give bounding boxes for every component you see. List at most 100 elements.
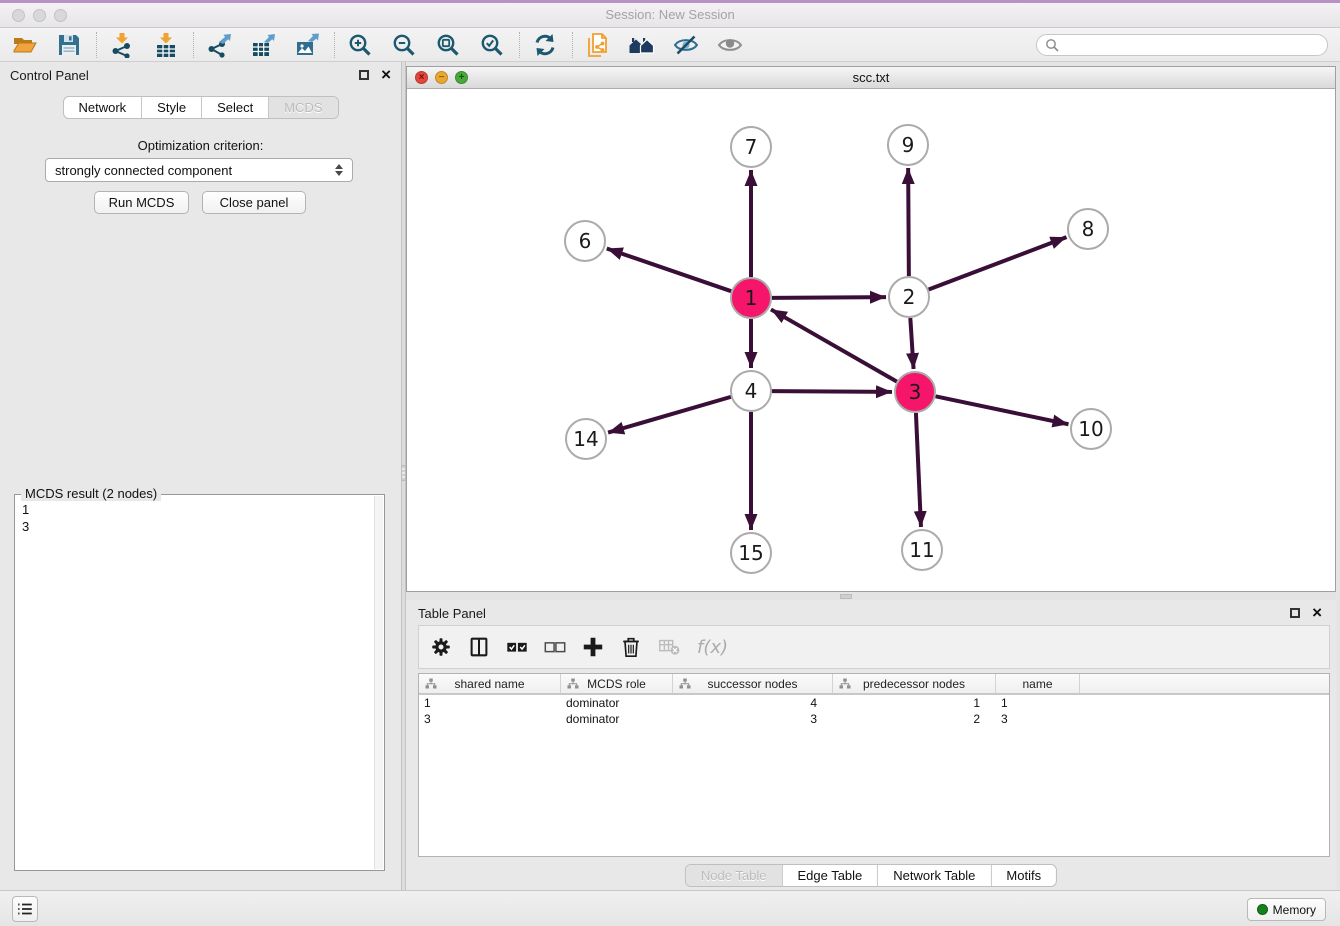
- zoom-fit-button[interactable]: [435, 32, 461, 58]
- column-header-name[interactable]: name: [996, 674, 1080, 693]
- table-cell[interactable]: 2: [833, 712, 996, 726]
- status-bar: Memory: [0, 890, 1340, 926]
- home-icon: [629, 32, 655, 58]
- tab-network[interactable]: Network: [63, 97, 141, 118]
- close-panel-icon[interactable]: ×: [381, 70, 391, 80]
- table-settings-button[interactable]: [429, 635, 453, 659]
- deselect-all-columns-button[interactable]: [543, 635, 567, 659]
- add-row-button[interactable]: [581, 635, 605, 659]
- refresh-view-icon: [532, 32, 558, 58]
- edge-4-14[interactable]: [608, 397, 731, 433]
- table-cell[interactable]: 1: [833, 696, 996, 710]
- import-table-icon: [153, 32, 179, 58]
- delete-row-button[interactable]: [619, 635, 643, 659]
- node-table-body: 1dominator4113dominator323: [419, 695, 1329, 727]
- edge-2-9[interactable]: [908, 168, 909, 276]
- trash-icon: [619, 635, 643, 659]
- edge-3-10[interactable]: [936, 396, 1069, 424]
- export-image-button[interactable]: [294, 32, 320, 58]
- table-cell[interactable]: dominator: [561, 696, 673, 710]
- table-cell[interactable]: dominator: [561, 712, 673, 726]
- function-builder-button[interactable]: f(x): [695, 635, 733, 659]
- network-from-file-icon: [585, 32, 611, 58]
- export-table-button[interactable]: [250, 32, 276, 58]
- search-input[interactable]: [1064, 37, 1319, 52]
- control-panel-title: Control Panel: [10, 68, 89, 83]
- table-cell[interactable]: 1: [996, 696, 1080, 710]
- edge-4-3[interactable]: [772, 391, 892, 392]
- node-label-14: 14: [573, 427, 598, 451]
- table-row[interactable]: 3dominator323: [419, 711, 1329, 727]
- function-builder-icon: f(x): [695, 635, 733, 659]
- column-header-successor-nodes[interactable]: successor nodes: [673, 674, 833, 693]
- splitter-handle[interactable]: [840, 594, 852, 599]
- table-cell[interactable]: 4: [673, 696, 833, 710]
- home-button[interactable]: [629, 32, 655, 58]
- network-window-titlebar[interactable]: × − + scc.txt: [407, 67, 1335, 89]
- edge-3-1[interactable]: [771, 309, 897, 381]
- task-history-button[interactable]: [12, 896, 38, 922]
- column-header-predecessor-nodes[interactable]: predecessor nodes: [833, 674, 996, 693]
- zoom-in-button[interactable]: [347, 32, 373, 58]
- edge-3-11[interactable]: [916, 413, 921, 527]
- tab-mcds[interactable]: MCDS: [268, 97, 337, 118]
- float-panel-icon[interactable]: [359, 70, 369, 80]
- import-table-button[interactable]: [153, 32, 179, 58]
- export-network-button[interactable]: [206, 32, 232, 58]
- network-canvas[interactable]: 7968124314101511: [407, 90, 1335, 591]
- node-table: shared name MCDS role successor nodes prede…: [418, 673, 1330, 857]
- control-panel-header: Control Panel ×: [0, 62, 401, 88]
- table-cell[interactable]: 3: [996, 712, 1080, 726]
- show-columns-button[interactable]: [467, 635, 491, 659]
- import-network-icon: [109, 32, 135, 58]
- table-row[interactable]: 1dominator411: [419, 695, 1329, 711]
- delete-table-button[interactable]: [657, 635, 681, 659]
- tab-network-table[interactable]: Network Table: [877, 865, 990, 886]
- tab-select[interactable]: Select: [201, 97, 268, 118]
- edge-2-8[interactable]: [929, 237, 1067, 289]
- criterion-dropdown[interactable]: strongly connected component: [45, 158, 353, 182]
- edge-1-2[interactable]: [772, 297, 886, 298]
- close-panel-button[interactable]: Close panel: [202, 191, 306, 214]
- zoom-selected-button[interactable]: [479, 32, 505, 58]
- panel-splitter-horizontal[interactable]: [406, 593, 1336, 600]
- tab-edge-table[interactable]: Edge Table: [781, 865, 877, 886]
- open-session-button[interactable]: [12, 32, 38, 58]
- mcds-result-text[interactable]: 13: [22, 501, 370, 866]
- tab-node-table[interactable]: Node Table: [686, 865, 782, 886]
- node-label-6: 6: [579, 229, 592, 253]
- deselect-all-icon: [543, 635, 567, 659]
- network-from-file-button[interactable]: [585, 32, 611, 58]
- column-header-label: successor nodes: [707, 677, 797, 691]
- refresh-view-button[interactable]: [532, 32, 558, 58]
- tab-motifs[interactable]: Motifs: [990, 865, 1056, 886]
- result-scrollbar[interactable]: [374, 496, 383, 869]
- column-header-MCDS-role[interactable]: MCDS role: [561, 674, 673, 693]
- zoom-out-button[interactable]: [391, 32, 417, 58]
- edge-2-3[interactable]: [910, 318, 913, 369]
- zoom-out-icon: [391, 32, 417, 58]
- column-header-label: MCDS role: [587, 677, 646, 691]
- zoom-fit-icon: [435, 32, 461, 58]
- column-header-shared-name[interactable]: shared name: [419, 674, 561, 693]
- screen-edge-strip: [0, 0, 1340, 3]
- edge-1-6[interactable]: [607, 248, 731, 291]
- node-label-4: 4: [745, 379, 758, 403]
- float-table-panel-icon[interactable]: [1290, 608, 1300, 618]
- table-cell[interactable]: 1: [419, 696, 561, 710]
- tab-style[interactable]: Style: [141, 97, 201, 118]
- show-details-button[interactable]: [717, 32, 743, 58]
- table-cell[interactable]: 3: [419, 712, 561, 726]
- result-line: 3: [22, 518, 370, 535]
- select-all-columns-button[interactable]: [505, 635, 529, 659]
- save-session-button[interactable]: [56, 32, 82, 58]
- import-network-button[interactable]: [109, 32, 135, 58]
- mcds-result-box: MCDS result (2 nodes) 13: [14, 494, 385, 871]
- close-table-panel-icon[interactable]: ×: [1312, 608, 1322, 618]
- memory-status-icon: [1257, 904, 1268, 915]
- memory-button[interactable]: Memory: [1247, 898, 1326, 921]
- run-mcds-button[interactable]: Run MCDS: [94, 191, 189, 214]
- hide-details-button[interactable]: [673, 32, 699, 58]
- search-field[interactable]: [1036, 34, 1328, 56]
- table-cell[interactable]: 3: [673, 712, 833, 726]
